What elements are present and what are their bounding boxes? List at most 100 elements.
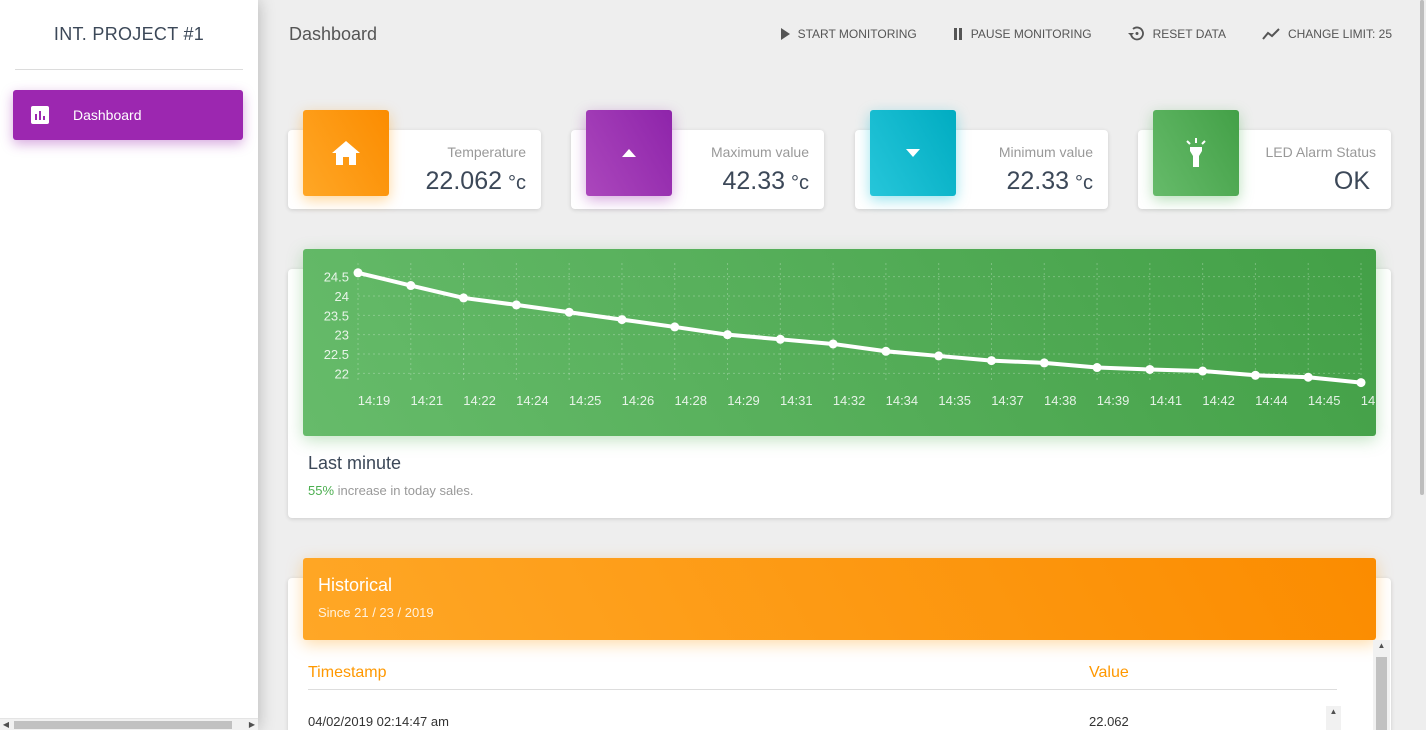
x-tick-label: 14:41 — [1150, 393, 1183, 408]
data-point — [1250, 370, 1260, 380]
data-point — [828, 339, 838, 349]
x-tick-label: 14:39 — [1097, 393, 1130, 408]
scroll-right-arrow-icon[interactable]: ▶ — [246, 719, 258, 730]
trending-icon — [1262, 27, 1280, 40]
temperature-card: Temperature 22.062 °c — [288, 110, 541, 209]
play-icon — [780, 27, 790, 40]
stat-unit: °c — [1075, 172, 1093, 194]
stat-label: Temperature — [447, 144, 526, 160]
change-limit-label: CHANGE LIMIT: 25 — [1287, 26, 1392, 41]
sidebar-item-dashboard[interactable]: Dashboard — [13, 90, 243, 140]
x-tick-label: 14:47 — [1361, 393, 1376, 408]
x-tick-label: 14:29 — [727, 393, 760, 408]
table-inner-scrollbar[interactable]: ▲ — [1326, 706, 1341, 730]
y-tick-label: 23.5 — [324, 308, 349, 323]
scroll-left-arrow-icon[interactable]: ◀ — [0, 719, 12, 730]
stat-value: 22.33 °c — [1006, 167, 1093, 195]
data-point — [934, 351, 944, 361]
scrollbar-thumb[interactable] — [1376, 657, 1387, 730]
data-point — [775, 334, 785, 344]
data-point — [1092, 363, 1102, 373]
data-point — [986, 356, 996, 366]
historical-subtitle: Since 21 / 23 / 2019 — [318, 605, 434, 620]
historical-card: Historical Since 21 / 23 / 2019 Timestam… — [288, 558, 1391, 730]
data-point — [1145, 364, 1155, 374]
reset-data-label: RESET DATA — [1152, 26, 1226, 41]
column-header-timestamp[interactable]: Timestamp — [308, 664, 1089, 689]
x-tick-label: 14:45 — [1308, 393, 1341, 408]
subtitle-percent: 55% — [308, 483, 335, 498]
data-point — [459, 293, 469, 303]
y-tick-label: 22 — [335, 366, 349, 381]
temperature-line-chart: 24.5 24 23.5 23 22.5 22 14:19 14:21 14:22 14:24 14… — [324, 263, 1376, 408]
home-icon — [332, 141, 360, 165]
maximum-icon-box — [586, 110, 672, 196]
chart-card-title: Last minute — [308, 453, 402, 473]
start-monitoring-label: START MONITORING — [797, 26, 917, 41]
data-point — [670, 322, 680, 332]
column-header-value[interactable]: Value — [1089, 664, 1129, 689]
table-header: Timestamp Value — [308, 664, 1337, 690]
x-tick-label: 14:34 — [886, 393, 919, 408]
arrow-up-icon — [622, 149, 636, 157]
flashlight-icon — [1186, 138, 1206, 167]
stat-value: 42.33 °c — [722, 167, 809, 195]
start-monitoring-button[interactable]: START MONITORING — [780, 26, 917, 41]
temperature-icon-box — [303, 110, 389, 196]
y-tick-label: 23 — [335, 328, 349, 343]
arrow-down-icon — [906, 149, 920, 157]
pause-monitoring-button[interactable]: PAUSE MONITORING — [953, 26, 1092, 41]
x-tick-label: 14:35 — [938, 393, 971, 408]
stat-label: LED Alarm Status — [1265, 144, 1377, 160]
x-tick-label: 14:24 — [516, 393, 549, 408]
x-tick-label: 14:25 — [569, 393, 602, 408]
data-point — [511, 300, 521, 310]
x-tick-label: 14:31 — [780, 393, 813, 408]
sidebar-item-label: Dashboard — [73, 107, 142, 123]
data-point — [1303, 372, 1313, 382]
data-point — [353, 268, 363, 278]
historical-title: Historical — [318, 575, 393, 595]
series-line — [357, 270, 1362, 385]
sidebar: INT. PROJECT #1 Dashboard ◀ ▶ — [0, 0, 258, 730]
x-tick-label: 14:19 — [358, 393, 391, 408]
x-tick-label: 14:26 — [622, 393, 655, 408]
data-point — [1039, 358, 1049, 368]
stat-unit: °c — [508, 172, 526, 194]
sidebar-horizontal-scrollbar[interactable]: ◀ ▶ — [0, 718, 258, 730]
led-icon-box — [1153, 110, 1239, 196]
data-point — [881, 346, 891, 356]
reset-data-button[interactable]: RESET DATA — [1127, 26, 1226, 41]
change-limit-button[interactable]: CHANGE LIMIT: 25 — [1262, 26, 1392, 41]
subtitle-text: increase in today sales. — [334, 483, 474, 498]
chart-card-subtitle: 55% increase in today sales. — [308, 483, 474, 498]
stat-label: Maximum value — [710, 144, 809, 160]
x-tick-label: 14:21 — [411, 393, 444, 408]
historical-scrollbar[interactable]: ▲ — [1373, 640, 1390, 730]
scrollbar-thumb[interactable] — [14, 721, 232, 729]
pause-icon — [953, 27, 962, 40]
x-tick-label: 14:37 — [991, 393, 1024, 408]
data-point — [1198, 366, 1208, 376]
page-title: Dashboard — [289, 24, 378, 44]
y-tick-label: 24.5 — [324, 270, 349, 285]
table-row: 04/02/2019 02:14:47 am 22.062 — [308, 690, 1337, 730]
minimum-value-card: Minimum value 22.33 °c — [855, 110, 1108, 209]
x-tick-label: 14:42 — [1202, 393, 1235, 408]
y-tick-label: 24 — [335, 289, 349, 304]
x-tick-label: 14:32 — [833, 393, 866, 408]
x-tick-label: 14:44 — [1255, 393, 1288, 408]
scroll-up-arrow-icon[interactable]: ▲ — [1373, 640, 1390, 652]
stat-unit: °c — [791, 172, 809, 194]
chart-panel: 24.5 24 23.5 23 22.5 22 14:19 14:21 14:22 14:24 14… — [303, 249, 1376, 436]
scroll-up-arrow-icon[interactable]: ▲ — [1326, 706, 1341, 718]
historical-header: Historical Since 21 / 23 / 2019 — [303, 558, 1376, 640]
pause-monitoring-label: PAUSE MONITORING — [970, 26, 1092, 41]
stat-value: OK — [1333, 167, 1370, 195]
x-tick-label: 14:22 — [463, 393, 496, 408]
scrollbar-thumb[interactable] — [1420, 0, 1424, 495]
brand-title[interactable]: INT. PROJECT #1 — [15, 0, 243, 70]
last-minute-chart-card: 24.5 24 23.5 23 22.5 22 14:19 14:21 14:22 14:24 14… — [288, 249, 1391, 518]
cell-value: 22.062 — [1089, 714, 1129, 729]
page-scrollbar[interactable] — [1420, 0, 1426, 730]
